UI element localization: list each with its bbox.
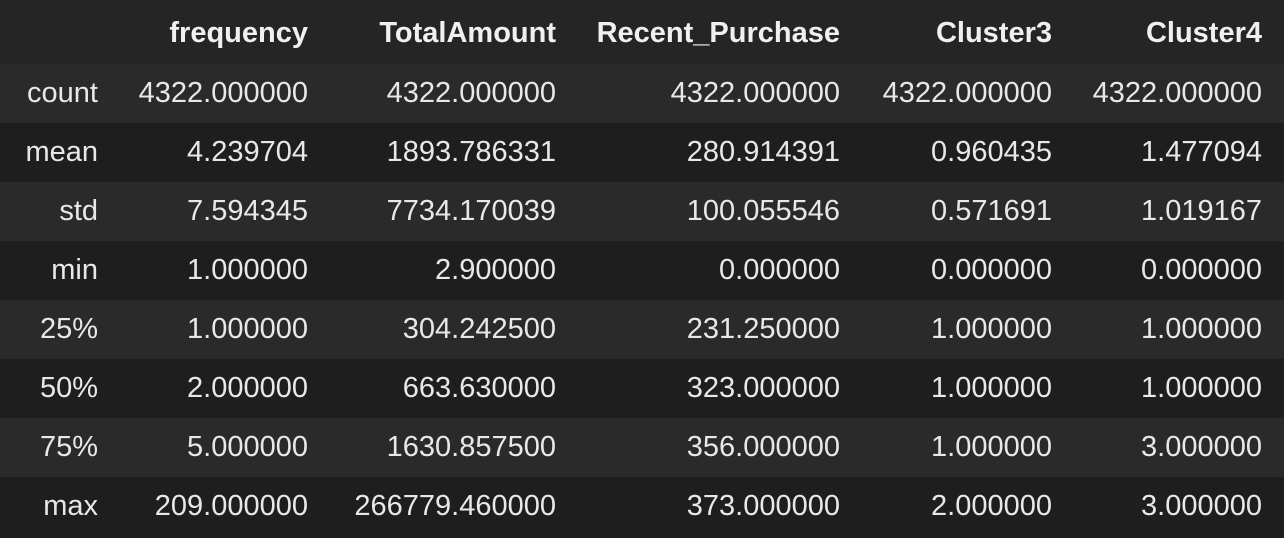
table-row: max 209.000000 266779.460000 373.000000 …	[0, 477, 1284, 536]
table-cell: 1.000000	[931, 372, 1052, 404]
table-row: 75% 5.000000 1630.857500 356.000000 1.00…	[0, 418, 1284, 477]
table-cell: 0.571691	[931, 195, 1052, 227]
row-index: count	[27, 77, 98, 109]
table-cell: 4322.000000	[882, 77, 1052, 109]
table-cell: 1.000000	[1141, 313, 1262, 345]
table-header: frequency TotalAmount Recent_Purchase Cl…	[0, 0, 1284, 64]
table-body: count 4322.000000 4322.000000 4322.00000…	[0, 64, 1284, 536]
column-header-cluster3: Cluster3	[862, 0, 1074, 64]
column-header-recent-purchase: Recent_Purchase	[578, 0, 862, 64]
table-cell: 373.000000	[686, 490, 840, 522]
table-cell: 1.000000	[931, 313, 1052, 345]
table-row: 50% 2.000000 663.630000 323.000000 1.000…	[0, 359, 1284, 418]
column-header-totalamount: TotalAmount	[330, 0, 578, 64]
column-header-cluster4: Cluster4	[1074, 0, 1284, 64]
table-cell: 5.000000	[187, 431, 308, 463]
table-cell: 4.239704	[187, 136, 308, 168]
row-index: max	[43, 490, 98, 522]
table-cell: 100.055546	[686, 195, 840, 227]
table-cell: 3.000000	[1141, 490, 1262, 522]
table-cell: 1.019167	[1141, 195, 1262, 227]
header-row: frequency TotalAmount Recent_Purchase Cl…	[0, 0, 1284, 64]
table-cell: 4322.000000	[670, 77, 840, 109]
table-row: 25% 1.000000 304.242500 231.250000 1.000…	[0, 300, 1284, 359]
table-cell: 0.960435	[931, 136, 1052, 168]
row-index: 25%	[39, 313, 98, 345]
table-cell: 2.900000	[435, 254, 556, 286]
column-header-frequency: frequency	[118, 0, 330, 64]
table-cell: 3.000000	[1141, 431, 1262, 463]
table-cell: 663.630000	[402, 372, 556, 404]
table-cell: 1.000000	[1141, 372, 1262, 404]
table-row: min 1.000000 2.900000 0.000000 0.000000 …	[0, 241, 1284, 300]
row-index: 75%	[39, 431, 98, 463]
table-cell: 209.000000	[154, 490, 308, 522]
row-index: std	[59, 195, 98, 227]
row-index: mean	[25, 136, 98, 168]
table-cell: 4322.000000	[1092, 77, 1262, 109]
table-cell: 323.000000	[686, 372, 840, 404]
table-cell: 1.000000	[187, 254, 308, 286]
table-cell: 266779.460000	[354, 490, 556, 522]
table-cell: 0.000000	[719, 254, 840, 286]
table-cell: 4322.000000	[386, 77, 556, 109]
table-cell: 4322.000000	[138, 77, 308, 109]
table-cell: 2.000000	[187, 372, 308, 404]
dataframe-output: frequency TotalAmount Recent_Purchase Cl…	[0, 0, 1284, 538]
table-row: count 4322.000000 4322.000000 4322.00000…	[0, 64, 1284, 123]
index-header	[0, 0, 118, 64]
table-cell: 231.250000	[686, 313, 840, 345]
table-cell: 0.000000	[1141, 254, 1262, 286]
table-cell: 304.242500	[402, 313, 556, 345]
table-cell: 7.594345	[187, 195, 308, 227]
row-index: 50%	[39, 372, 98, 404]
table-row: std 7.594345 7734.170039 100.055546 0.57…	[0, 182, 1284, 241]
table-cell: 280.914391	[686, 136, 840, 168]
table-cell: 1.000000	[931, 431, 1052, 463]
table-cell: 1893.786331	[386, 136, 556, 168]
table-cell: 0.000000	[931, 254, 1052, 286]
table-cell: 1630.857500	[386, 431, 556, 463]
table-cell: 7734.170039	[386, 195, 556, 227]
row-index: min	[51, 254, 98, 286]
table-row: mean 4.239704 1893.786331 280.914391 0.9…	[0, 123, 1284, 182]
describe-table: frequency TotalAmount Recent_Purchase Cl…	[0, 0, 1284, 536]
table-cell: 1.000000	[187, 313, 308, 345]
table-cell: 1.477094	[1141, 136, 1262, 168]
table-cell: 2.000000	[931, 490, 1052, 522]
table-cell: 356.000000	[686, 431, 840, 463]
